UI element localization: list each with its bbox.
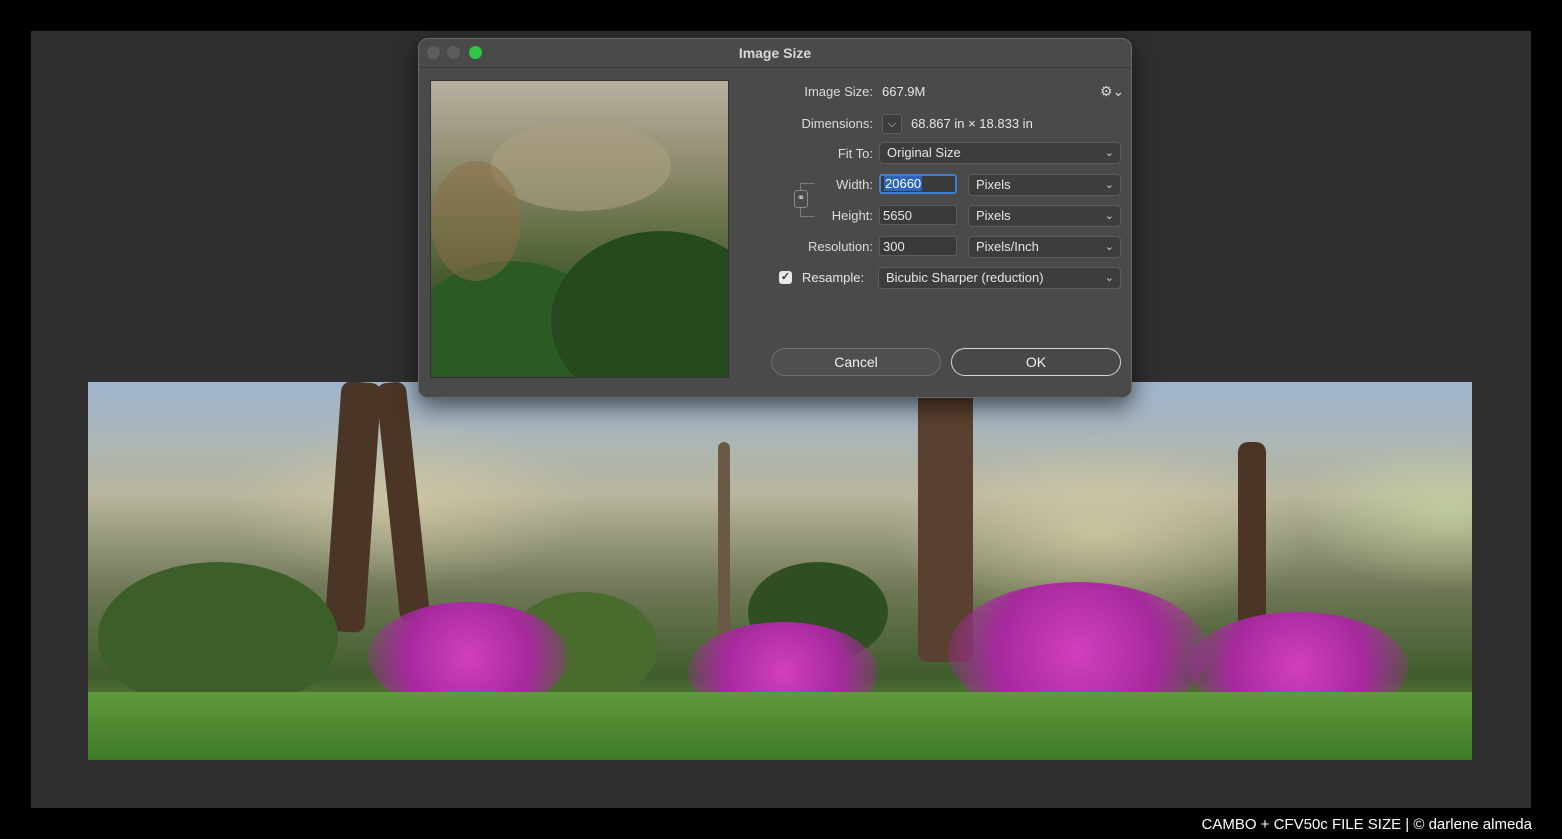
width-label: Width: (836, 177, 873, 192)
image-preview[interactable] (430, 80, 729, 378)
chevron-down-icon: ⌵ (887, 118, 897, 130)
chain-link-icon[interactable]: ⚭ (794, 190, 808, 208)
resample-label: Resample: (802, 270, 865, 285)
resample-method-value: Bicubic Sharper (reduction) (886, 270, 1044, 285)
width-input[interactable]: 20660 (879, 174, 957, 194)
settings-gear-icon[interactable]: ⚙︎⌄ (1100, 83, 1124, 100)
height-label: Height: (831, 208, 873, 223)
resample-checkbox[interactable]: ✓ (779, 271, 792, 284)
copyright-caption: CAMBO + CFV50c FILE SIZE | © darlene alm… (1201, 816, 1533, 833)
dialog-title: Image Size (738, 45, 812, 61)
resolution-value: 300 (883, 239, 905, 254)
image-size-value: 667.9M (882, 84, 926, 99)
resolution-unit-select[interactable]: Pixels/Inch ⌄ (968, 236, 1121, 258)
height-unit-value: Pixels (976, 208, 1011, 223)
height-unit-select[interactable]: Pixels ⌄ (968, 205, 1121, 227)
dimensions-label: Dimensions: (801, 116, 873, 131)
dimensions-value: 68.867 in × 18.833 in (911, 116, 1033, 131)
chevron-down-icon: ⌄ (1104, 272, 1114, 284)
resolution-label: Resolution: (807, 239, 873, 254)
image-size-dialog: Image Size ⚙︎⌄ Image Size: 667.9M Dimens… (418, 38, 1132, 398)
resolution-unit-value: Pixels/Inch (976, 239, 1039, 254)
dimensions-unit-menu[interactable]: ⌵ (882, 114, 902, 134)
chevron-down-icon: ⌄ (1104, 241, 1114, 253)
resample-method-select[interactable]: Bicubic Sharper (reduction) ⌄ (878, 267, 1121, 289)
resolution-input[interactable]: 300 (879, 236, 957, 256)
chevron-down-icon: ⌄ (1104, 210, 1114, 222)
height-input[interactable]: 5650 (879, 205, 957, 225)
width-value: 20660 (884, 176, 923, 191)
chevron-down-icon: ⌄ (1104, 179, 1114, 191)
cancel-button[interactable]: Cancel (771, 348, 941, 376)
dialog-titlebar[interactable]: Image Size (419, 39, 1131, 68)
fit-to-value: Original Size (887, 145, 961, 160)
fit-to-select[interactable]: Original Size ⌄ (879, 142, 1121, 164)
panorama-photo (88, 382, 1472, 760)
width-unit-value: Pixels (976, 177, 1011, 192)
height-value: 5650 (883, 208, 912, 223)
ok-button[interactable]: OK (951, 348, 1121, 376)
fit-to-label: Fit To: (837, 146, 873, 161)
chevron-down-icon: ⌄ (1104, 147, 1114, 159)
width-unit-select[interactable]: Pixels ⌄ (968, 174, 1121, 196)
image-size-label: Image Size: (804, 84, 873, 99)
